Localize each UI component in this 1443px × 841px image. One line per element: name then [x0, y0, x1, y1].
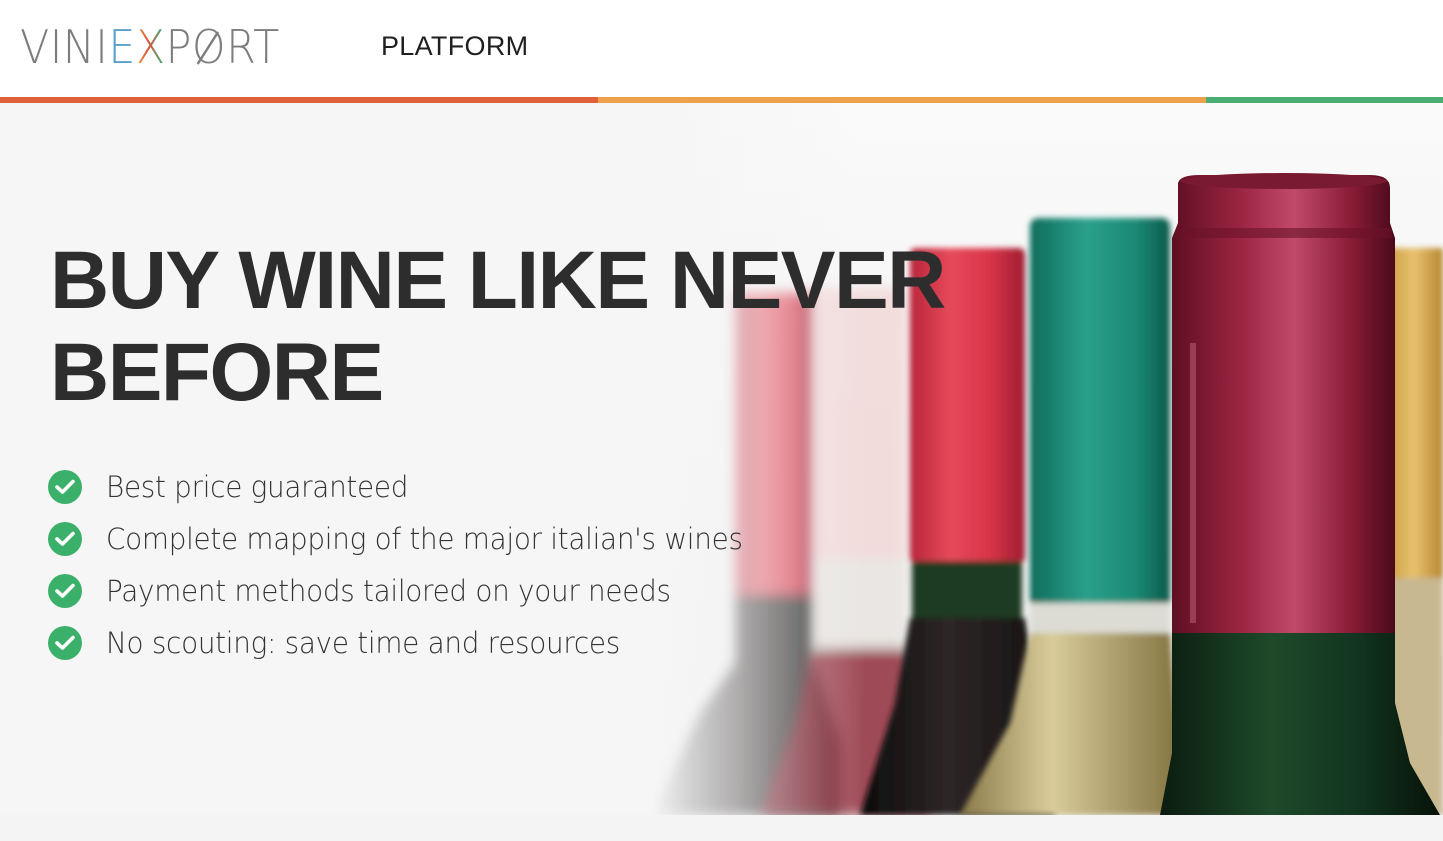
feature-label: No scouting: save time and resources [106, 626, 620, 660]
hero-section: BUY WINE LIKE NEVER BEFORE Best price gu… [0, 103, 1443, 815]
logo-e: E [108, 20, 136, 74]
wine-bottles-image [0, 103, 1443, 815]
headline-line-2: BEFORE [50, 327, 384, 418]
check-circle-icon [48, 626, 82, 660]
logo-vini: VINI [20, 20, 109, 74]
feature-label: Payment methods tailored on your needs [106, 574, 671, 608]
check-circle-icon [48, 470, 82, 504]
page-footer-band [0, 815, 1443, 841]
feature-list: Best price guaranteed Complete mapping o… [48, 461, 769, 669]
headline-line-1: BUY WINE LIKE NEVER [50, 235, 946, 326]
feature-item: Complete mapping of the major italian's … [48, 513, 769, 565]
nav-item-platform[interactable]: PLATFORM [381, 31, 528, 62]
feature-label: Complete mapping of the major italian's … [106, 522, 743, 556]
site-header: VINI E X P O RT PLATFORM [0, 0, 1443, 97]
logo-x: X [135, 20, 166, 74]
feature-label: Best price guaranteed [106, 470, 409, 504]
logo-rt: RT [226, 20, 280, 74]
check-circle-icon [48, 574, 82, 608]
feature-item: Payment methods tailored on your needs [48, 565, 769, 617]
hero-headline: BUY WINE LIKE NEVER BEFORE [50, 235, 990, 419]
check-circle-icon [48, 522, 82, 556]
logo-p: P [165, 20, 192, 74]
feature-item: Best price guaranteed [48, 461, 769, 513]
viniexport-logo[interactable]: VINI E X P O RT [20, 22, 280, 72]
feature-item: No scouting: save time and resources [48, 617, 769, 669]
logo-o-slash: O [192, 24, 226, 70]
